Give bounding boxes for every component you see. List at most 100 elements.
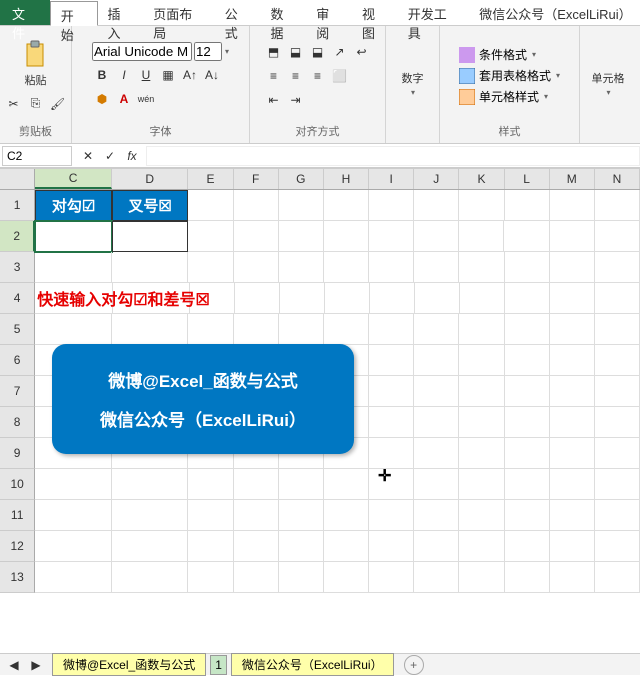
conditional-format-button[interactable]: 条件格式▾ — [458, 45, 561, 64]
cell[interactable] — [550, 252, 595, 283]
formula-bar[interactable] — [146, 146, 640, 166]
cell-d1[interactable]: 叉号☒ — [112, 190, 189, 221]
cell[interactable] — [459, 252, 504, 283]
row-header[interactable]: 12 — [0, 531, 35, 562]
cell[interactable] — [234, 314, 279, 345]
col-header[interactable]: F — [234, 169, 279, 189]
cell[interactable] — [595, 376, 640, 407]
menu-tab-home[interactable]: 开始 — [50, 1, 98, 26]
col-header[interactable]: I — [369, 169, 414, 189]
align-center-icon[interactable]: ≡ — [286, 66, 306, 86]
cell[interactable] — [234, 531, 279, 562]
cell[interactable] — [369, 252, 414, 283]
merge-button[interactable]: ⬜ — [330, 66, 350, 86]
menu-tab-data[interactable]: 数据 — [260, 0, 306, 25]
col-header[interactable]: N — [595, 169, 640, 189]
border-button[interactable]: ▦ — [158, 65, 178, 85]
cell[interactable] — [234, 469, 279, 500]
cell[interactable] — [188, 531, 233, 562]
cell[interactable] — [35, 531, 112, 562]
menu-tab-insert[interactable]: 插入 — [98, 0, 144, 25]
cell[interactable] — [112, 531, 189, 562]
menu-tab-review[interactable]: 审阅 — [306, 0, 352, 25]
cell[interactable] — [188, 500, 233, 531]
cell[interactable] — [280, 283, 325, 314]
cell[interactable] — [595, 500, 640, 531]
cell[interactable] — [370, 283, 415, 314]
cell[interactable] — [459, 500, 504, 531]
select-all-corner[interactable] — [0, 169, 35, 189]
cell[interactable] — [414, 190, 459, 221]
cell[interactable] — [505, 283, 550, 314]
row-header[interactable]: 9 — [0, 438, 35, 469]
cell[interactable] — [234, 562, 279, 593]
cell-c4[interactable]: 快速输入对勾☑和差号☒ — [35, 283, 113, 314]
cell[interactable] — [505, 562, 550, 593]
format-painter-icon[interactable]: 🖌 — [48, 94, 68, 114]
row-header[interactable]: 5 — [0, 314, 35, 345]
cell[interactable] — [279, 531, 324, 562]
cell[interactable] — [369, 190, 414, 221]
cell[interactable] — [459, 345, 504, 376]
menu-file[interactable]: 文件 — [0, 0, 50, 25]
cell[interactable] — [414, 469, 459, 500]
new-sheet-button[interactable]: + — [404, 655, 424, 675]
cell[interactable] — [324, 190, 369, 221]
cell[interactable] — [505, 345, 550, 376]
cell[interactable] — [324, 252, 369, 283]
cell[interactable] — [550, 283, 595, 314]
col-header[interactable]: K — [459, 169, 504, 189]
cell[interactable] — [415, 283, 460, 314]
cell[interactable] — [459, 190, 504, 221]
cell[interactable] — [369, 345, 414, 376]
cell[interactable] — [595, 407, 640, 438]
cell[interactable] — [459, 221, 504, 252]
cell[interactable] — [550, 562, 595, 593]
tab-prev-icon[interactable]: ◀ — [4, 655, 24, 675]
cell[interactable] — [505, 407, 550, 438]
wrap-text-icon[interactable]: ↩ — [352, 42, 372, 62]
cell[interactable] — [369, 500, 414, 531]
cell[interactable] — [324, 469, 369, 500]
cell[interactable] — [369, 376, 414, 407]
row-header[interactable]: 10 — [0, 469, 35, 500]
cell[interactable] — [414, 252, 459, 283]
col-header[interactable]: E — [188, 169, 233, 189]
cell[interactable] — [595, 221, 640, 252]
cancel-formula-icon[interactable]: ✕ — [78, 146, 98, 166]
cell[interactable] — [414, 531, 459, 562]
cell[interactable] — [595, 531, 640, 562]
cell[interactable] — [414, 500, 459, 531]
table-format-button[interactable]: 套用表格格式▾ — [458, 66, 561, 85]
fx-icon[interactable]: fx — [122, 146, 142, 166]
enter-formula-icon[interactable]: ✓ — [100, 146, 120, 166]
menu-tab-wechat[interactable]: 微信公众号（ExcelLiRui） — [469, 0, 640, 25]
cell[interactable] — [188, 562, 233, 593]
align-bottom-icon[interactable]: ⬓ — [308, 42, 328, 62]
cell[interactable] — [595, 314, 640, 345]
cells-button[interactable]: 单元格 ▾ — [590, 68, 627, 99]
name-box[interactable] — [2, 146, 72, 166]
cell[interactable] — [112, 562, 189, 593]
cell[interactable] — [550, 531, 595, 562]
sheet-tab-1[interactable]: 微博@Excel_函数与公式 — [52, 653, 206, 676]
cell[interactable] — [188, 252, 233, 283]
cell[interactable] — [279, 562, 324, 593]
cell[interactable] — [188, 314, 233, 345]
cell[interactable] — [112, 252, 189, 283]
col-header[interactable]: C — [35, 169, 112, 189]
cell[interactable] — [414, 438, 459, 469]
underline-button[interactable]: U — [136, 65, 156, 85]
row-header[interactable]: 2 — [0, 221, 35, 252]
cell[interactable] — [35, 469, 112, 500]
col-header[interactable]: D — [112, 169, 189, 189]
cell[interactable] — [279, 190, 324, 221]
cell[interactable] — [369, 407, 414, 438]
cell[interactable] — [505, 314, 550, 345]
cell[interactable] — [459, 376, 504, 407]
font-color-button[interactable]: A — [114, 89, 134, 109]
cell[interactable] — [35, 252, 112, 283]
cell[interactable] — [550, 469, 595, 500]
sheet-tab-3[interactable]: 微信公众号（ExcelLiRui） — [231, 653, 394, 676]
bold-button[interactable]: B — [92, 65, 112, 85]
